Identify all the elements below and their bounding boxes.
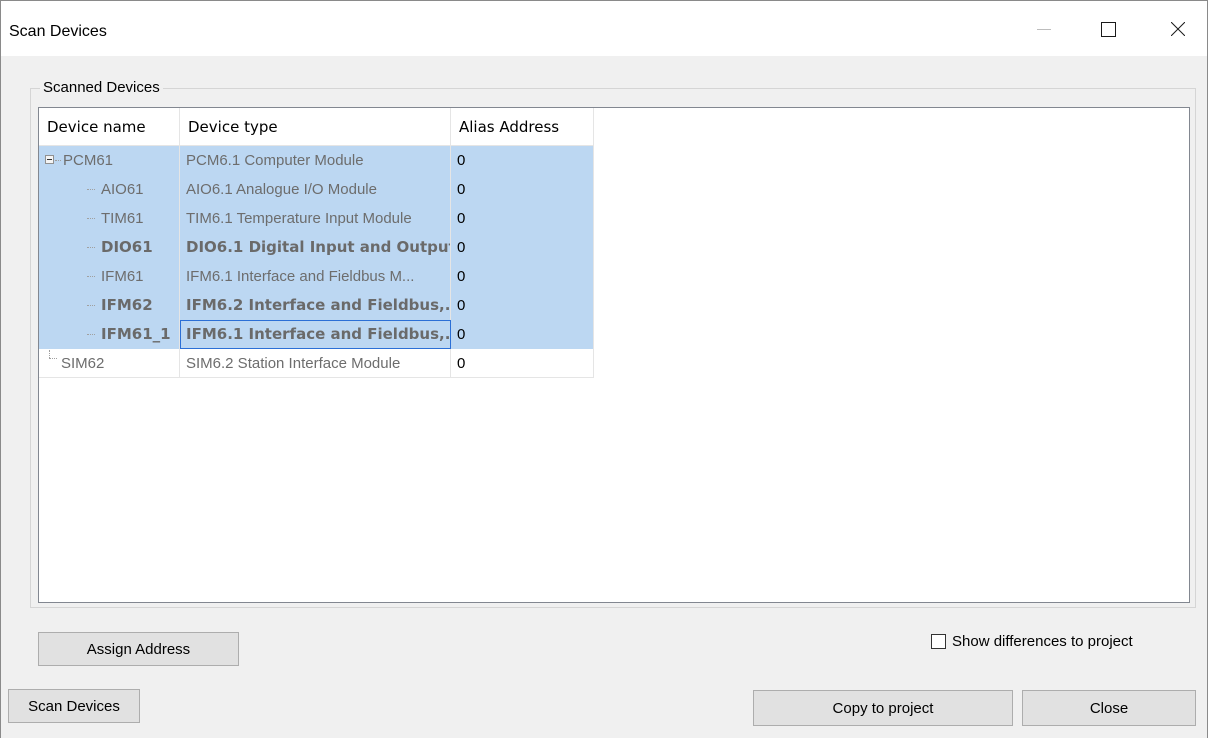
column-header-device-name[interactable]: Device name [39,108,180,146]
tree-line [49,358,57,359]
device-type-cell[interactable]: TIM6.1 Temperature Input Module [180,204,451,233]
copy-to-project-button[interactable]: Copy to project [753,690,1013,726]
device-type-cell[interactable]: DIO6.1 Digital Input and Output... [180,233,451,262]
close-window-button[interactable] [1155,1,1201,57]
alias-address-cell[interactable]: 0 [451,204,594,233]
group-label: Scanned Devices [40,79,163,96]
table-row[interactable]: AIO61 AIO6.1 Analogue I/O Module 0 [39,175,594,204]
table-row[interactable]: PCM61 PCM6.1 Computer Module 0 [39,146,594,175]
tree-line [87,305,95,306]
maximize-icon [1100,21,1116,37]
checkbox-box[interactable] [931,633,946,649]
device-type-cell[interactable]: SIM6.2 Station Interface Module [180,349,451,378]
device-name-cell[interactable]: SIM62 [39,349,180,378]
device-name-cell[interactable]: TIM61 [39,204,180,233]
collapse-icon[interactable] [45,155,54,164]
column-header-device-type[interactable]: Device type [180,108,451,146]
device-tree-list[interactable]: Device name Device type Alias Address PC… [38,107,1190,603]
alias-address-cell[interactable]: 0 [451,175,594,204]
table-row[interactable]: DIO61 DIO6.1 Digital Input and Output...… [39,233,594,262]
minimize-icon [1037,28,1051,30]
alias-address-cell[interactable]: 0 [451,291,594,320]
alias-address-cell[interactable]: 0 [451,146,594,175]
device-type-cell[interactable]: PCM6.1 Computer Module [180,146,451,175]
table-row[interactable]: TIM61 TIM6.1 Temperature Input Module 0 [39,204,594,233]
table-row[interactable]: SIM62 SIM6.2 Station Interface Module 0 [39,349,594,378]
device-type-cell[interactable]: AIO6.1 Analogue I/O Module [180,175,451,204]
close-button[interactable]: Close [1022,690,1196,726]
tree-line [87,276,95,277]
alias-address-cell[interactable]: 0 [451,349,594,378]
table-row[interactable]: IFM61_1 IFM6.1 Interface and Fieldbus,..… [39,320,594,349]
alias-address-cell[interactable]: 0 [451,320,594,349]
window-title: Scan Devices [9,23,107,40]
maximize-button[interactable] [1085,1,1131,57]
tree-line [87,247,95,248]
tree-line [87,334,95,335]
alias-address-cell[interactable]: 0 [451,233,594,262]
tree-line [55,160,61,161]
device-name-cell[interactable]: IFM62 [39,291,180,320]
scan-devices-button[interactable]: Scan Devices [8,689,140,723]
device-name-cell[interactable]: IFM61 [39,262,180,291]
device-type-cell[interactable]: IFM6.1 Interface and Fieldbus,.. [180,320,451,349]
title-bar: Scan Devices [0,0,1208,56]
device-name-cell[interactable]: IFM61_1 [39,320,180,349]
close-icon [1171,22,1185,36]
alias-address-cell[interactable]: 0 [451,262,594,291]
tree-line [87,189,95,190]
device-name-cell[interactable]: DIO61 [39,233,180,262]
show-differences-checkbox[interactable]: Show differences to project [931,631,1133,651]
device-name-cell[interactable]: AIO61 [39,175,180,204]
checkbox-label[interactable]: Show differences to project [952,633,1133,650]
table-row[interactable]: IFM61 IFM6.1 Interface and Fieldbus M...… [39,262,594,291]
device-type-cell[interactable]: IFM6.1 Interface and Fieldbus M... [180,262,451,291]
column-header-alias-address[interactable]: Alias Address [451,108,594,146]
minimize-button[interactable] [1021,1,1067,57]
table-row[interactable]: IFM62 IFM6.2 Interface and Fieldbus,.. 0 [39,291,594,320]
device-name-cell[interactable]: PCM61 [39,146,180,175]
assign-address-button[interactable]: Assign Address [38,632,239,666]
tree-line [87,218,95,219]
device-type-cell[interactable]: IFM6.2 Interface and Fieldbus,.. [180,291,451,320]
